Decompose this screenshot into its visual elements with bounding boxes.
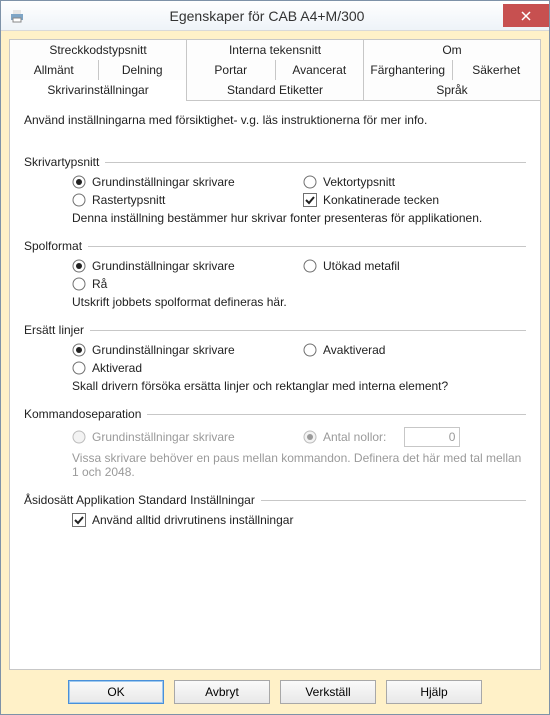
radio-icon [72,277,86,291]
radio-icon [72,259,86,273]
radio-cmdsep-zeros: Antal nollor: [303,427,526,447]
tab-ports[interactable]: Portar [187,60,276,80]
radio-replace-enabled[interactable]: Aktiverad [72,361,295,375]
radio-label: Utökad metafil [323,259,400,273]
radio-icon [72,175,86,189]
checkbox-pf-concat[interactable]: Konkatinerade tecken [303,193,526,207]
tab-barcode-fonts[interactable]: Streckkodstypsnitt [9,39,187,60]
note-replace: Skall drivern försöka ersätta linjer och… [72,379,526,393]
legend-cmdsep: Kommandoseparation [24,407,147,421]
legend-spool: Spolformat [24,239,88,253]
tab-sharing[interactable]: Delning [99,60,188,80]
group-printer-fonts: Skrivartypsnitt Grundinställningar skriv… [24,155,526,225]
radio-spool-ext[interactable]: Utökad metafil [303,259,526,273]
checkbox-icon [303,193,317,207]
radio-label: Rå [92,277,107,291]
radio-label: Grundinställningar skrivare [92,430,235,444]
radio-icon [303,175,317,189]
radio-cmdsep-default: Grundinställningar skrivare [72,427,295,447]
group-spool: Spolformat Grundinställningar skrivare U… [24,239,526,309]
radio-pf-raster[interactable]: Rastertypsnitt [72,193,295,207]
tab-body: Använd inställningarna med försiktighet-… [9,100,541,670]
checkbox-label: Använd alltid drivrutinens inställningar [92,513,293,527]
printer-icon [9,8,25,24]
radio-icon [303,430,317,444]
radio-label: Grundinställningar skrivare [92,175,235,189]
radio-label: Antal nollor: [323,430,386,444]
note-cmdsep: Vissa skrivare behöver en paus mellan ko… [72,451,526,479]
radio-label: Aktiverad [92,361,142,375]
radio-icon [303,259,317,273]
checkbox-override-always[interactable]: Använd alltid drivrutinens inställningar [72,513,526,527]
tab-language[interactable]: Språk [364,80,541,100]
radio-replace-default[interactable]: Grundinställningar skrivare [72,343,295,357]
note-printer-fonts: Denna inställning bestämmer hur skrivar … [72,211,526,225]
legend-replace: Ersätt linjer [24,323,90,337]
radio-label: Grundinställningar skrivare [92,259,235,273]
radio-pf-default[interactable]: Grundinställningar skrivare [72,175,295,189]
apply-button[interactable]: Verkställ [280,680,376,704]
radio-pf-vector[interactable]: Vektortypsnitt [303,175,526,189]
legend-override: Åsidosätt Applikation Standard Inställni… [24,493,261,507]
titlebar: Egenskaper för CAB A4+M/300 [1,1,549,31]
intro-text: Använd inställningarna med försiktighet-… [24,113,526,127]
legend-printer-fonts: Skrivartypsnitt [24,155,105,169]
checkbox-icon [72,513,86,527]
client-area: Streckkodstypsnitt Interna tekensnitt Om… [1,31,549,714]
radio-spool-default[interactable]: Grundinställningar skrivare [72,259,295,273]
tab-color-mgmt[interactable]: Färghantering [364,60,453,80]
group-cmdsep: Kommandoseparation Grundinställningar sk… [24,407,526,479]
tab-printer-settings[interactable]: Skrivarinställningar [9,80,187,100]
radio-icon [72,361,86,375]
help-button[interactable]: Hjälp [386,680,482,704]
button-row: OK Avbryt Verkställ Hjälp [9,670,541,704]
tab-internal-fonts[interactable]: Interna tekensnitt [187,39,364,60]
checkbox-label: Konkatinerade tecken [323,193,439,207]
close-button[interactable] [503,4,549,27]
group-replace-lines: Ersätt linjer Grundinställningar skrivar… [24,323,526,393]
radio-label: Vektortypsnitt [323,175,395,189]
group-override: Åsidosätt Applikation Standard Inställni… [24,493,526,527]
note-spool: Utskrift jobbets spolformat defineras hä… [72,295,526,309]
ok-button[interactable]: OK [68,680,164,704]
tabstrip: Streckkodstypsnitt Interna tekensnitt Om… [9,39,541,100]
radio-label: Grundinställningar skrivare [92,343,235,357]
radio-icon [72,343,86,357]
tab-about[interactable]: Om [364,39,541,60]
tab-advanced[interactable]: Avancerat [276,60,365,80]
cmdsep-value-input [404,427,460,447]
tab-general[interactable]: Allmänt [9,60,99,80]
radio-label: Avaktiverad [323,343,385,357]
window-title: Egenskaper för CAB A4+M/300 [31,8,503,24]
tab-security[interactable]: Säkerhet [453,60,542,80]
radio-icon [303,343,317,357]
radio-spool-raw[interactable]: Rå [72,277,295,291]
tab-standard-labels[interactable]: Standard Etiketter [187,80,364,100]
properties-window: Egenskaper för CAB A4+M/300 Streckkodsty… [0,0,550,715]
radio-icon [72,193,86,207]
radio-label: Rastertypsnitt [92,193,165,207]
radio-replace-disabled[interactable]: Avaktiverad [303,343,526,357]
radio-icon [72,430,86,444]
cancel-button[interactable]: Avbryt [174,680,270,704]
